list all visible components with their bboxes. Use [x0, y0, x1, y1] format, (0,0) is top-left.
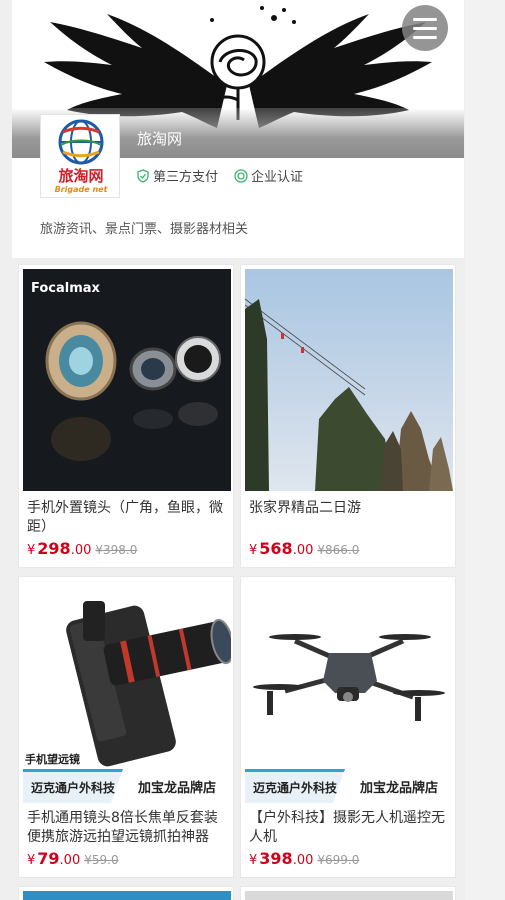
product-card[interactable]: Focalmax 手机外置镜头（广角，鱼眼，微距） ¥298.00 ¥398.0: [18, 264, 234, 568]
phone-telephoto-lens-image: 手机望远镜 迈克通户外科技 加宝龙品牌店: [23, 581, 231, 803]
store-logo: 旅淘网 Brigade net: [40, 114, 120, 198]
phone-lens-kit-image: Focalmax: [23, 269, 231, 491]
product-image-partial: [245, 891, 453, 900]
right-edge: [465, 0, 505, 900]
price-row: ¥398.00 ¥699.0: [249, 849, 359, 868]
sale-price: ¥568.00: [249, 539, 314, 558]
logo-chinese-text: 旅淘网: [58, 167, 104, 185]
sale-price: ¥79.00: [27, 849, 81, 868]
original-price: ¥398.0: [95, 543, 138, 557]
store-badges: 第三方支付 企业认证: [136, 166, 303, 185]
store-header: 旅淘网 Brigade net 旅淘网 第三方支付 企业认证 旅游资讯、景点门票…: [12, 0, 464, 258]
seller-name-left: 迈克通户外科技: [245, 769, 345, 803]
price-row: ¥79.00 ¥59.0: [27, 849, 119, 868]
seller-banner: 迈克通户外科技 加宝龙品牌店: [23, 769, 231, 803]
product-title[interactable]: 手机通用镜头8倍长焦单反套装便携旅游远拍望远镜抓拍神器: [27, 809, 227, 847]
logo-english-text: Brigade net: [54, 185, 108, 194]
badge-enterprise-certified: 企业认证: [234, 166, 303, 185]
seller-banner: 迈克通户外科技 加宝龙品牌店: [245, 769, 453, 803]
badge-label: 企业认证: [251, 170, 304, 185]
sale-price: ¥298.00: [27, 539, 92, 558]
price-row: ¥568.00 ¥866.0: [249, 539, 359, 558]
badge-label: 第三方支付: [153, 170, 219, 185]
product-card[interactable]: 手机望远镜 迈克通户外科技 加宝龙品牌店 手机通用镜头8倍长焦单反套装便携旅游远…: [18, 576, 234, 878]
product-card[interactable]: 张家界精品二日游 ¥568.00 ¥866.0: [240, 264, 456, 568]
product-card[interactable]: 迈克通户外科技 加宝龙品牌店 【户外科技】摄影无人机遥控无人机 ¥398.00 …: [240, 576, 456, 878]
original-price: ¥59.0: [84, 853, 119, 867]
shield-check-icon: [137, 168, 149, 183]
verified-circle-icon: [234, 168, 248, 183]
image-caption: 手机望远镜: [25, 753, 80, 766]
sale-price: ¥398.00: [249, 849, 314, 868]
product-image-partial: [23, 891, 231, 900]
product-card[interactable]: [240, 886, 456, 900]
product-title[interactable]: 张家界精品二日游: [249, 499, 449, 518]
store-categories: 旅游资讯、景点门票、摄影器材相关: [40, 222, 249, 237]
badge-third-party-payment: 第三方支付: [136, 166, 218, 185]
page: 旅淘网 Brigade net 旅淘网 第三方支付 企业认证 旅游资讯、景点门票…: [0, 0, 505, 900]
drone-image: 迈克通户外科技 加宝龙品牌店: [245, 581, 453, 803]
store-name[interactable]: 旅淘网: [137, 128, 182, 149]
globe-logo-icon: [58, 119, 104, 165]
original-price: ¥699.0: [317, 853, 360, 867]
seller-name-left: 迈克通户外科技: [23, 769, 123, 803]
seller-name-right: 加宝龙品牌店: [345, 769, 453, 803]
seller-name-right: 加宝龙品牌店: [123, 769, 231, 803]
zhangjiajie-mountain-cable-car-image: [245, 269, 453, 491]
product-title[interactable]: 【户外科技】摄影无人机遥控无人机: [249, 809, 449, 847]
price-row: ¥298.00 ¥398.0: [27, 539, 137, 558]
product-title[interactable]: 手机外置镜头（广角，鱼眼，微距）: [27, 499, 227, 537]
product-card[interactable]: [18, 886, 234, 900]
hamburger-menu-icon[interactable]: [402, 5, 448, 51]
original-price: ¥866.0: [317, 543, 360, 557]
